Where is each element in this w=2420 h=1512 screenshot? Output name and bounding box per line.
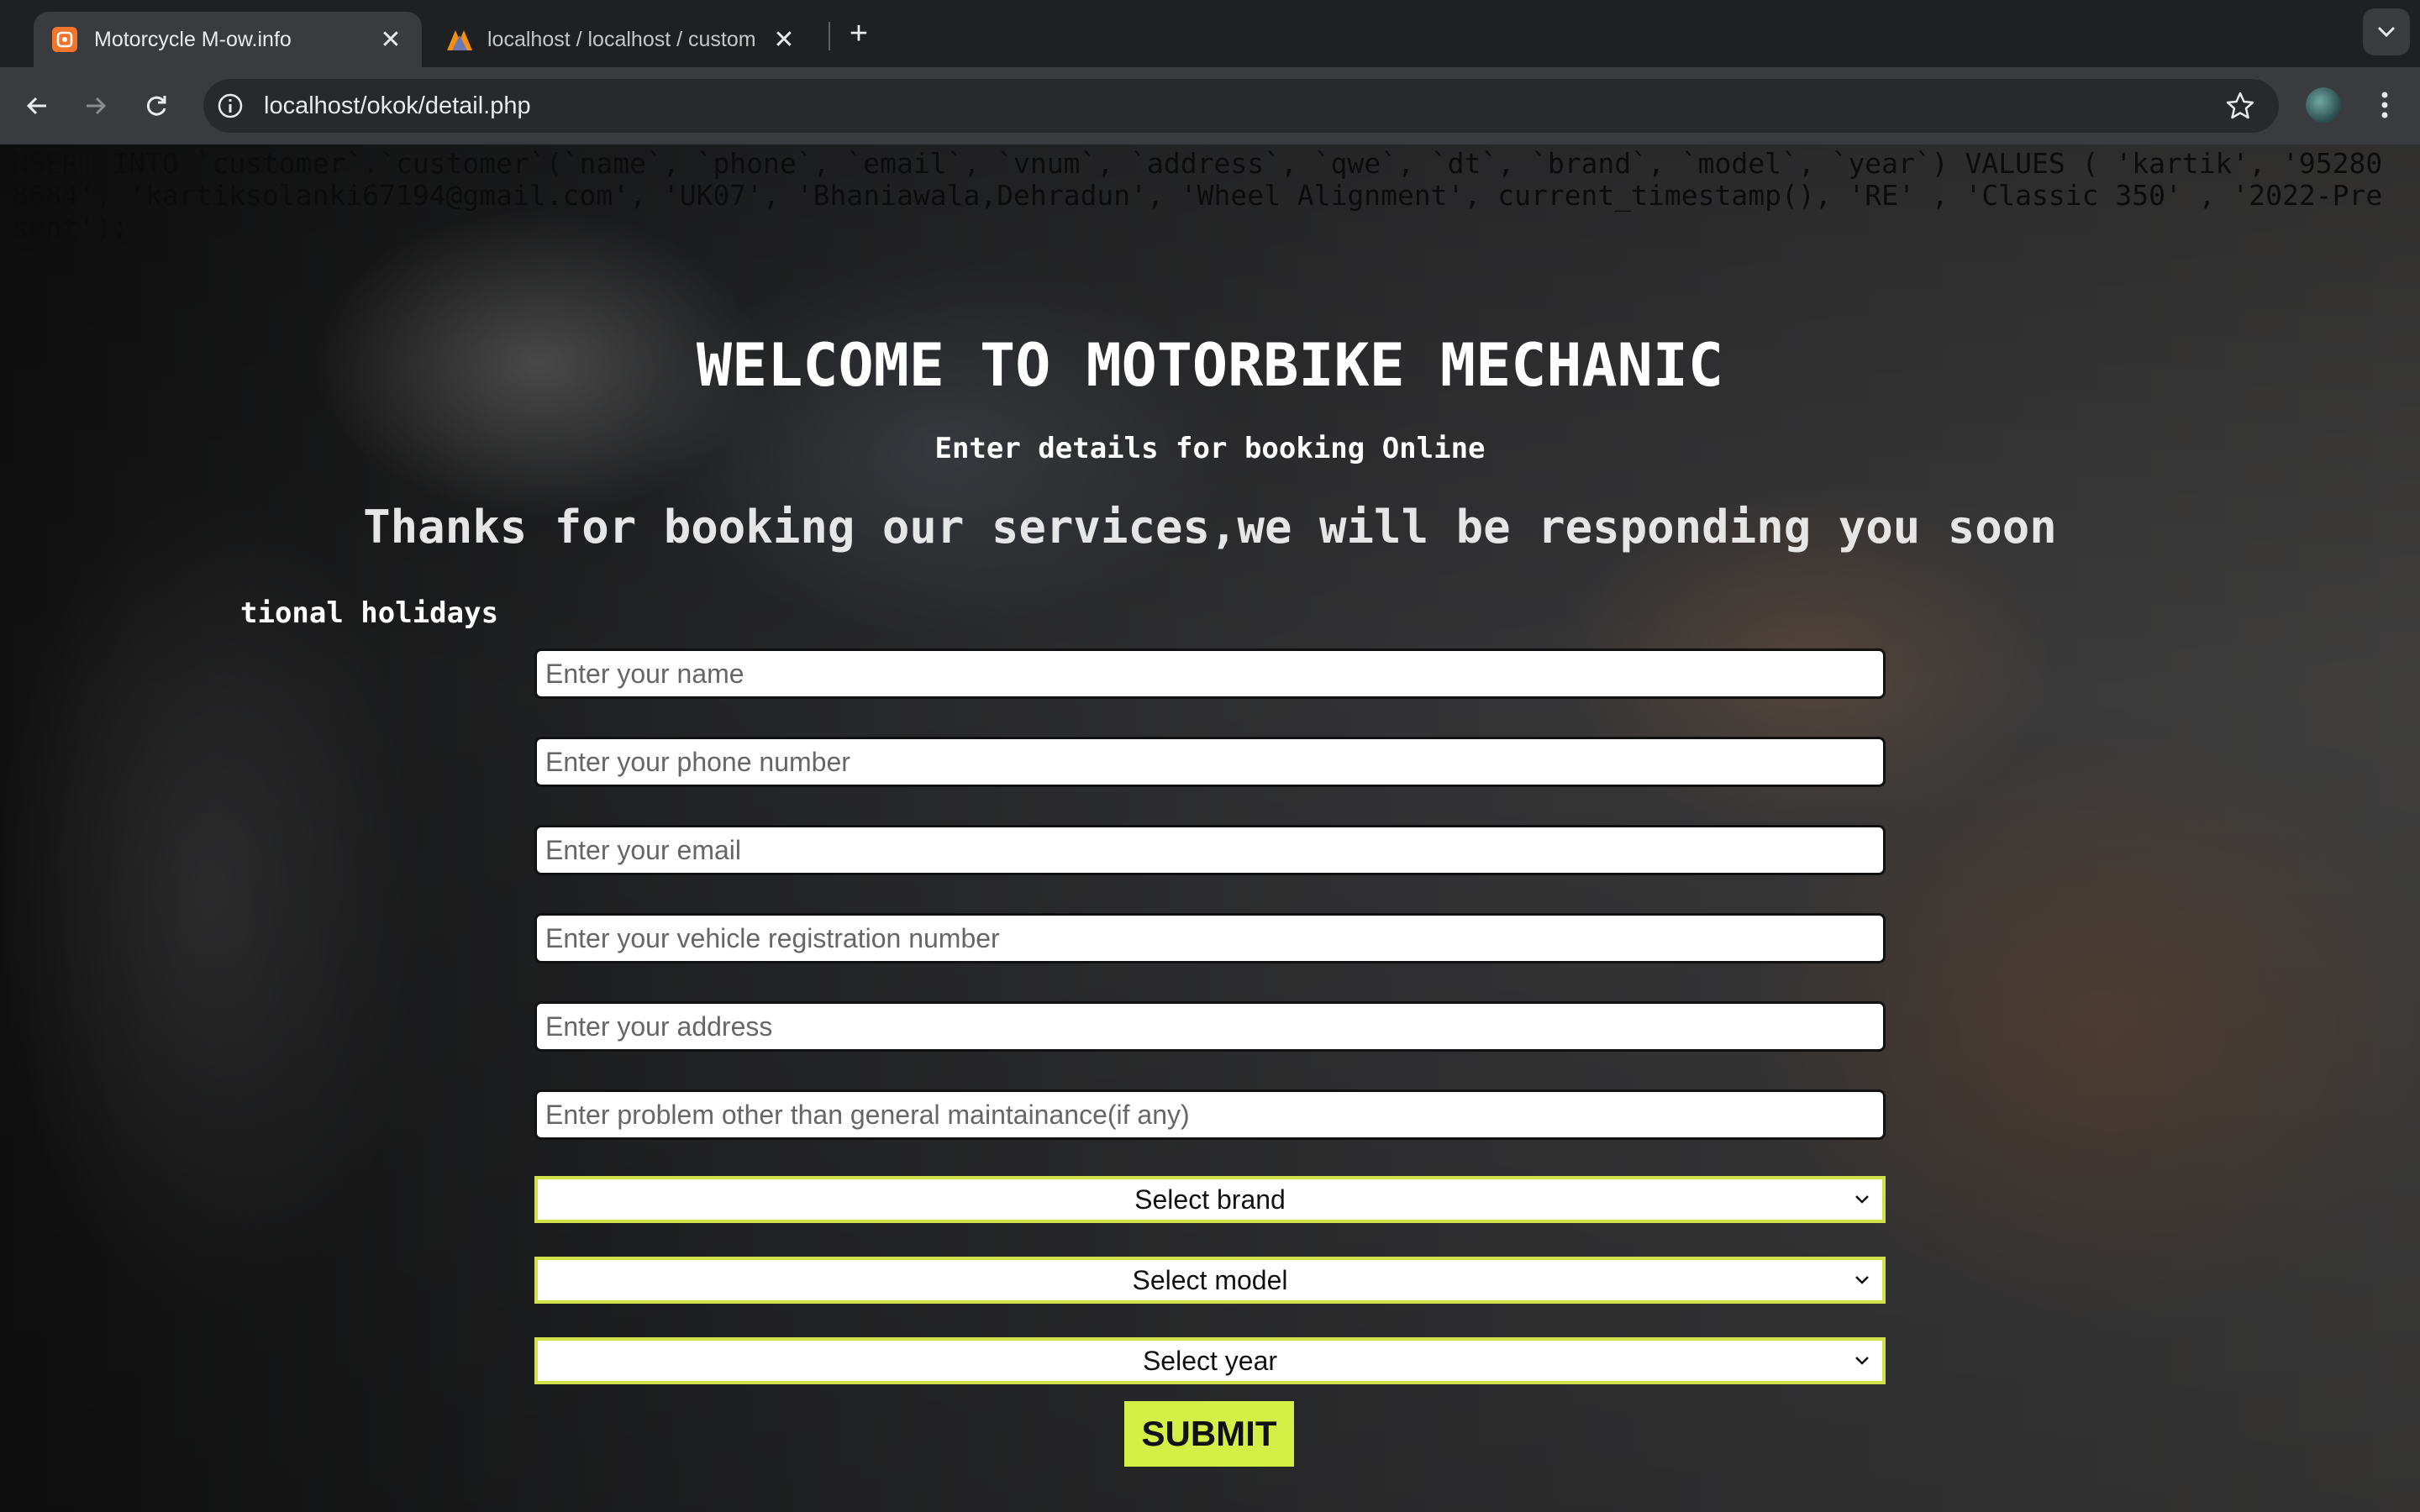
chevron-down-icon: [2377, 26, 2396, 38]
address-bar[interactable]: localhost/okok/detail.php: [203, 79, 2279, 133]
arrow-right-icon: [87, 97, 107, 115]
marquee-text: tional holidays: [240, 596, 499, 630]
tab-divider: [829, 22, 830, 50]
tab-search-button[interactable]: [2363, 8, 2410, 55]
reload-icon: [146, 96, 166, 116]
name-input[interactable]: [534, 648, 1886, 699]
problem-input[interactable]: [534, 1089, 1886, 1140]
submit-button[interactable]: SUBMIT: [1124, 1401, 1294, 1467]
sql-debug-output: NSERT INTO `customer`.`customer`(`name`,…: [12, 147, 2383, 244]
bookmark-star-icon[interactable]: [2225, 91, 2255, 125]
close-tab-icon[interactable]: ✕: [771, 25, 797, 55]
chevron-down-icon: [1855, 1357, 1869, 1365]
tab-title: localhost / localhost / custom: [487, 27, 756, 51]
menu-button[interactable]: [2368, 86, 2402, 124]
tab-phpmyadmin[interactable]: localhost / localhost / custom ✕: [427, 12, 815, 67]
year-select[interactable]: Select year: [534, 1337, 1886, 1384]
more-vert-icon: [2381, 92, 2388, 118]
browser-toolbar: localhost/okok/detail.php: [0, 67, 2420, 144]
address-input[interactable]: [534, 1001, 1886, 1052]
close-tab-icon[interactable]: ✕: [378, 25, 403, 55]
tab-title: Motorcycle M-ow.info: [94, 27, 292, 51]
profile-avatar[interactable]: [2306, 87, 2341, 123]
phone-input[interactable]: [534, 737, 1886, 787]
tab-motorcycle[interactable]: Motorcycle M-ow.info ✕: [34, 12, 422, 67]
brand-select[interactable]: Select brand: [534, 1176, 1886, 1223]
booking-confirmation: Thanks for booking our services,we will …: [363, 501, 2057, 554]
site-info-icon[interactable]: [215, 91, 245, 121]
xampp-icon: [52, 27, 77, 52]
browser-tab-strip: Motorcycle M-ow.info ✕ localhost / local…: [0, 0, 2420, 67]
vehicle-number-input[interactable]: [534, 913, 1886, 963]
arrow-left-icon: [26, 97, 46, 115]
reload-button[interactable]: [134, 84, 178, 128]
phpmyadmin-icon: [445, 27, 472, 52]
model-select[interactable]: Select model: [534, 1257, 1886, 1304]
chevron-down-icon: [1855, 1195, 1869, 1204]
email-input[interactable]: [534, 825, 1886, 875]
brand-select-value: Select brand: [1134, 1184, 1286, 1215]
chevron-down-icon: [1855, 1276, 1869, 1284]
new-tab-button[interactable]: +: [842, 15, 876, 52]
page-title: WELCOME TO MOTORBIKE MECHANIC: [696, 331, 1724, 400]
page-viewport: NSERT INTO `customer`.`customer`(`name`,…: [0, 144, 2420, 1512]
back-button[interactable]: [15, 84, 59, 128]
model-select-value: Select model: [1132, 1264, 1288, 1295]
forward-button[interactable]: [74, 84, 118, 128]
year-select-value: Select year: [1142, 1345, 1278, 1376]
url-text: localhost/okok/detail.php: [264, 92, 531, 119]
page-subtitle: Enter details for booking Online: [934, 432, 1486, 465]
